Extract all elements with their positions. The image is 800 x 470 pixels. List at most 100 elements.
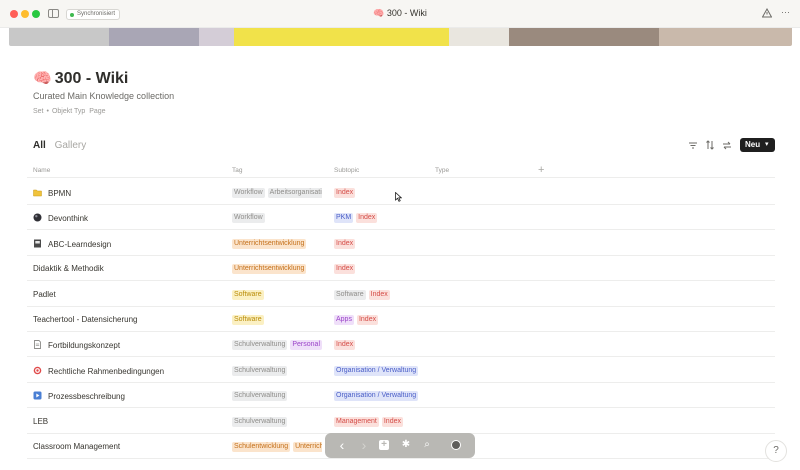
cell-tag[interactable]: Schulverwaltung bbox=[232, 416, 322, 427]
cell-subtopic[interactable]: Apps Index bbox=[334, 314, 424, 325]
cell-subtopic[interactable]: Management Index bbox=[334, 416, 424, 427]
cell-name[interactable]: Fortbildungskonzept bbox=[33, 340, 120, 350]
sort-icon[interactable] bbox=[705, 140, 715, 150]
table-row[interactable]: Didaktik & Methodik Unterrichtsentwicklun… bbox=[27, 256, 775, 282]
cell-name[interactable]: Teachertool - Datensicherung bbox=[33, 315, 138, 324]
cell-name[interactable]: Didaktik & Methodik bbox=[33, 264, 104, 273]
table-row[interactable]: Rechtliche Rahmenbedingungen Schulverwalt… bbox=[27, 358, 775, 383]
table-row[interactable]: Devonthink Workflow PKM Index bbox=[27, 205, 775, 231]
subtopic-chip: Index bbox=[334, 340, 356, 351]
subtopic-chip: Management bbox=[334, 416, 379, 427]
tag-chip: Arbeitsorganisation bbox=[267, 188, 322, 198]
cell-subtopic[interactable]: Organisation / Verwaltung bbox=[334, 365, 424, 376]
table-row[interactable]: Padlet Software Software Index bbox=[27, 282, 775, 307]
help-button[interactable]: ? bbox=[765, 440, 787, 462]
cell-tag[interactable]: Schulverwaltung bbox=[232, 365, 322, 376]
table-row[interactable]: Teachertool - Datensicherung Software Apps… bbox=[27, 307, 775, 332]
cell-name[interactable]: BPMN bbox=[33, 188, 71, 198]
back-icon[interactable]: ‹ bbox=[336, 438, 348, 452]
avatar[interactable] bbox=[451, 440, 461, 450]
page-emoji-icon[interactable]: 🧠 bbox=[33, 70, 52, 87]
cell-tag[interactable]: SchulentwicklungUnterricht bbox=[232, 441, 322, 452]
tag-chip: Schulverwaltung bbox=[232, 365, 288, 376]
row-title: Teachertool - Datensicherung bbox=[33, 315, 138, 324]
tab-gallery[interactable]: Gallery bbox=[55, 140, 87, 151]
column-header-tag[interactable]: Tag bbox=[232, 167, 242, 174]
cell-name[interactable]: LEB bbox=[33, 417, 48, 426]
column-header-subtopic[interactable]: Subtopic bbox=[334, 167, 359, 174]
column-header-name[interactable]: Name bbox=[33, 167, 50, 174]
document-icon bbox=[33, 340, 42, 350]
graph-icon[interactable]: ✱ bbox=[400, 439, 412, 451]
forward-icon[interactable]: › bbox=[358, 438, 370, 452]
cell-tag[interactable]: Schulverwaltung Personal bbox=[232, 339, 322, 351]
new-object-button[interactable]: Neu ▾ bbox=[740, 138, 775, 152]
subtopic-chip: Software bbox=[334, 289, 366, 300]
row-title: LEB bbox=[33, 416, 49, 426]
warning-icon[interactable] bbox=[762, 8, 772, 18]
table-row[interactable]: Fortbildungskonzept Schulverwaltung Person… bbox=[27, 332, 775, 358]
cell-name[interactable]: Prozessbeschreibung bbox=[33, 391, 125, 401]
page-subtitle[interactable]: Curated Main Knowledge collection bbox=[33, 91, 174, 101]
row-title: Didaktik & Methodik bbox=[33, 264, 104, 274]
page-title-text[interactable]: 300 - Wiki bbox=[55, 70, 129, 87]
cell-name[interactable]: Padlet bbox=[33, 290, 56, 299]
meta-object-type-value[interactable]: Page bbox=[89, 108, 105, 115]
cell-subtopic[interactable]: Index bbox=[334, 339, 424, 351]
tag-chip: Schulverwaltung bbox=[232, 340, 288, 351]
tag-chip: Unterrichtsentwicklung bbox=[232, 238, 307, 249]
meta-set[interactable]: Set bbox=[33, 108, 44, 115]
cell-tag[interactable]: WorkflowArbeitsorganisation bbox=[232, 187, 322, 198]
folder-yellow-icon bbox=[33, 188, 42, 197]
chevron-down-icon[interactable]: ▾ bbox=[765, 138, 769, 152]
cover-segment bbox=[234, 28, 449, 46]
subtopic-chip: Index bbox=[334, 188, 356, 198]
bottom-navigation-bar: ‹ › + ✱ ⌕ bbox=[325, 433, 475, 458]
cell-subtopic[interactable]: Index bbox=[334, 187, 424, 198]
table-row[interactable]: Prozessbeschreibung Schulverwaltung Organi… bbox=[27, 383, 775, 409]
table-row[interactable]: LEB Schulverwaltung Management Index bbox=[27, 409, 775, 434]
cell-tag[interactable]: Unterrichtsentwicklung bbox=[232, 263, 322, 275]
target-icon bbox=[33, 366, 42, 375]
new-page-icon[interactable]: + bbox=[379, 440, 389, 450]
meta-object-type-label: Objekt Typ bbox=[51, 108, 86, 115]
cover-segment bbox=[109, 28, 199, 46]
cover-segment bbox=[509, 28, 659, 46]
mouse-cursor-icon bbox=[395, 192, 402, 202]
cell-subtopic[interactable]: PKM Index bbox=[334, 212, 424, 224]
tag-chip: Schulverwaltung bbox=[232, 416, 288, 427]
settings-icon[interactable] bbox=[722, 140, 732, 150]
cell-tag[interactable]: Software bbox=[232, 289, 322, 300]
subtopic-chip: Index bbox=[356, 315, 379, 325]
cell-name[interactable]: Rechtliche Rahmenbedingungen bbox=[33, 366, 164, 376]
cell-tag[interactable]: Software bbox=[232, 314, 322, 325]
cell-subtopic[interactable]: Software Index bbox=[334, 289, 424, 300]
tag-chip: Unterricht bbox=[293, 442, 322, 452]
window-titlebar: Synchronisiert 🧠 300 - Wiki ··· bbox=[0, 0, 800, 28]
play-blue-icon bbox=[33, 391, 42, 400]
book-dark-icon bbox=[33, 239, 42, 248]
add-column-icon[interactable]: + bbox=[538, 164, 544, 176]
tag-chip: Software bbox=[232, 315, 264, 325]
table-row[interactable]: ABC-Learndesign Unterrichtsentwicklung Ind… bbox=[27, 231, 775, 256]
cell-subtopic[interactable]: Index bbox=[334, 238, 424, 249]
more-options-icon[interactable]: ··· bbox=[781, 7, 790, 17]
column-header-type[interactable]: Type bbox=[435, 167, 449, 174]
tab-all[interactable]: All bbox=[33, 140, 46, 151]
subtopic-chip: Index bbox=[381, 416, 403, 427]
cell-tag[interactable]: Workflow bbox=[232, 212, 322, 224]
row-title: Devonthink bbox=[48, 214, 89, 224]
cell-tag[interactable]: Schulverwaltung bbox=[232, 390, 322, 402]
row-title: Prozessbeschreibung bbox=[48, 392, 125, 402]
cell-name[interactable]: Classroom Management bbox=[33, 442, 120, 451]
cell-name[interactable]: ABC-Learndesign bbox=[33, 239, 111, 249]
view-tabs: All Gallery bbox=[33, 140, 92, 151]
search-icon[interactable]: ⌕ bbox=[421, 439, 433, 451]
cell-subtopic[interactable]: Index bbox=[334, 263, 424, 275]
tag-chip: Personal bbox=[290, 340, 322, 351]
meta-separator: • bbox=[46, 108, 49, 115]
cell-tag[interactable]: Unterrichtsentwicklung bbox=[232, 238, 322, 249]
cell-subtopic[interactable]: Organisation / Verwaltung bbox=[334, 390, 424, 402]
cell-name[interactable]: Devonthink bbox=[33, 213, 88, 223]
filter-icon[interactable] bbox=[688, 140, 698, 150]
